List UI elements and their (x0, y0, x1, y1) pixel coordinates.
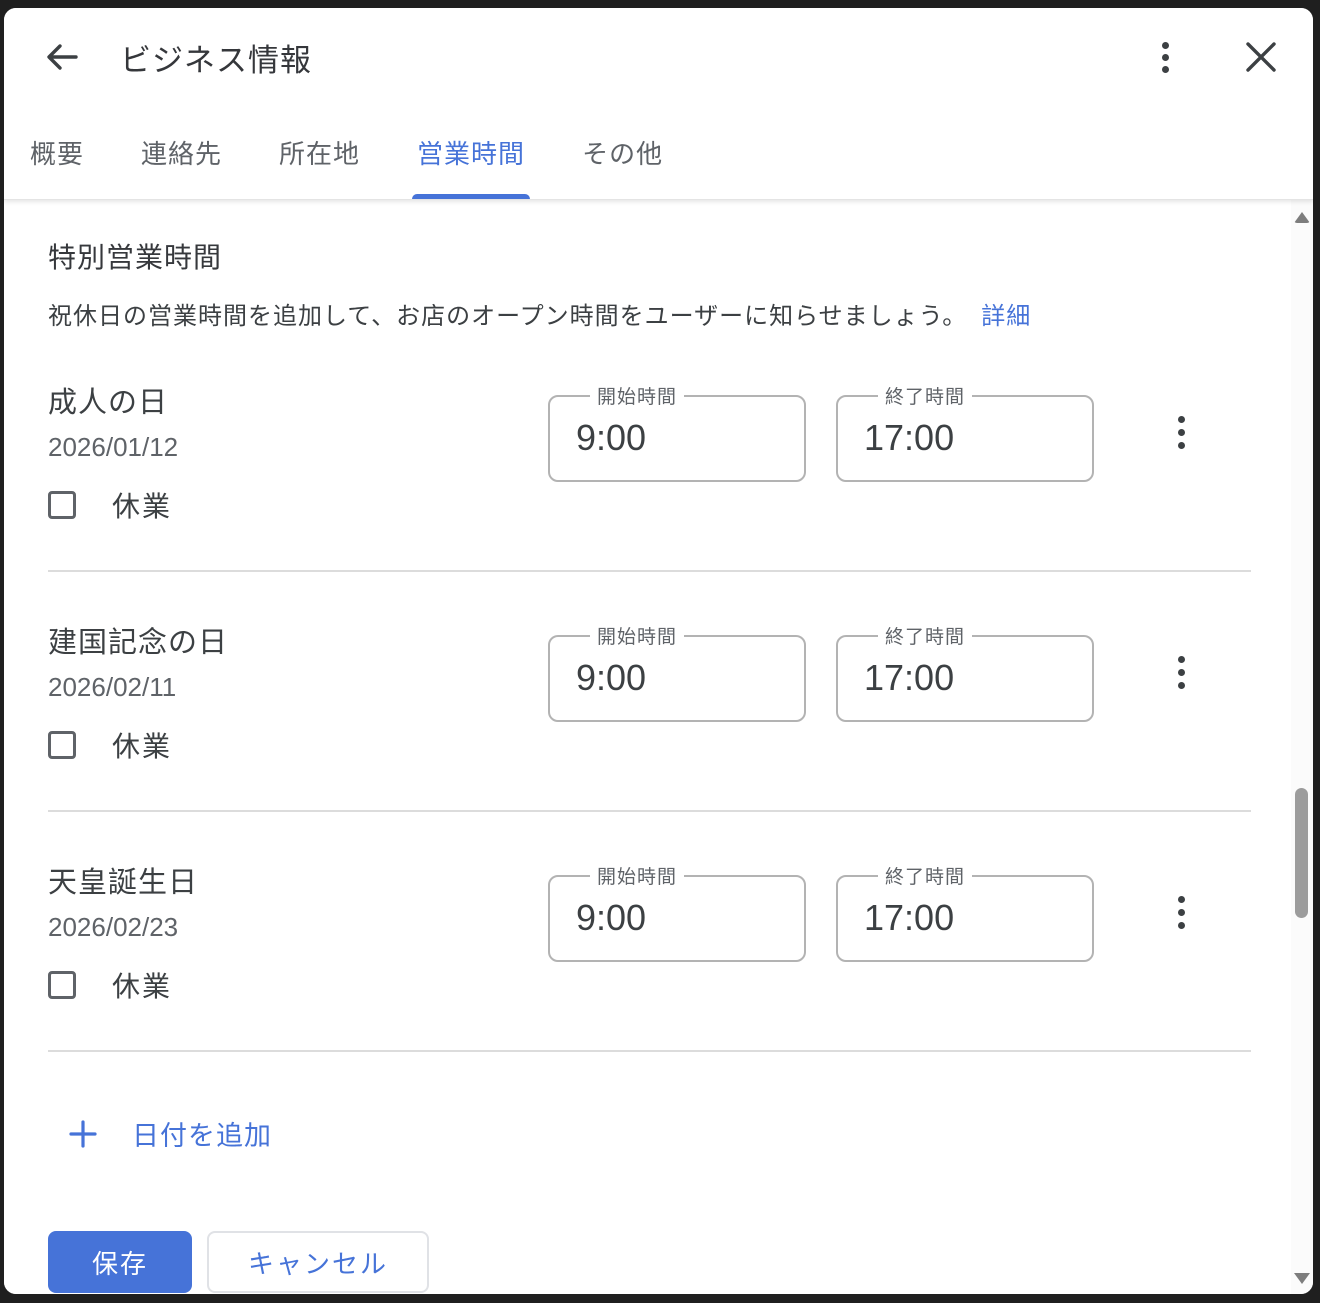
cancel-button[interactable]: キャンセル (207, 1231, 429, 1293)
closed-checkbox[interactable] (48, 971, 76, 999)
end-time-label: 終了時間 (878, 862, 972, 889)
start-time-label: 開始時間 (590, 382, 684, 409)
holiday-row: 建国記念の日 2026/02/11 休業 開始時間 9:00 終了時間 17:0… (48, 572, 1251, 810)
end-time-value[interactable]: 17:00 (864, 897, 1092, 939)
holiday-row: 成人の日 2026/01/12 休業 開始時間 9:00 終了時間 17:00 (48, 332, 1251, 570)
end-time-value[interactable]: 17:00 (864, 657, 1092, 699)
holiday-date: 2026/02/23 (48, 912, 548, 942)
footer: 保存 キャンセル (48, 1231, 1251, 1293)
description-text: 祝休日の営業時間を追加して、お店のオープン時間をユーザーに知らせましょう。 (48, 303, 967, 330)
end-time-field[interactable]: 終了時間 17:00 (836, 862, 1094, 962)
holiday-date: 2026/01/12 (48, 432, 548, 462)
tab-other[interactable]: その他 (582, 106, 663, 199)
dialog-title: ビジネス情報 (120, 35, 312, 80)
start-time-label: 開始時間 (590, 862, 684, 889)
start-time-field[interactable]: 開始時間 9:00 (548, 862, 806, 962)
holiday-name: 成人の日 (48, 386, 548, 420)
closed-label: 休業 (112, 725, 172, 765)
closed-checkbox[interactable] (48, 731, 76, 759)
row-menu-kebab-icon[interactable] (1170, 888, 1193, 937)
holiday-name: 建国記念の日 (48, 626, 548, 660)
start-time-field[interactable]: 開始時間 9:00 (548, 622, 806, 722)
row-menu-kebab-icon[interactable] (1170, 408, 1193, 457)
end-time-label: 終了時間 (878, 382, 972, 409)
scroll-up-icon[interactable] (1294, 212, 1310, 223)
start-time-value[interactable]: 9:00 (576, 657, 804, 699)
end-time-label: 終了時間 (878, 622, 972, 649)
tab-location[interactable]: 所在地 (279, 106, 360, 199)
save-button[interactable]: 保存 (48, 1231, 192, 1293)
tab-overview[interactable]: 概要 (30, 106, 84, 199)
back-arrow-icon[interactable] (40, 35, 84, 79)
start-time-field[interactable]: 開始時間 9:00 (548, 382, 806, 482)
closed-label: 休業 (112, 965, 172, 1005)
holiday-date: 2026/02/11 (48, 672, 548, 702)
holiday-info: 建国記念の日 2026/02/11 休業 (48, 622, 548, 762)
scrollbar[interactable] (1291, 200, 1313, 1294)
business-info-dialog: ビジネス情報 概要 連絡先 所在地 営業時間 その他 特別営業時間 祝休日の営業… (4, 8, 1313, 1294)
scroll-down-icon[interactable] (1294, 1273, 1310, 1284)
end-time-value[interactable]: 17:00 (864, 417, 1092, 459)
end-time-field[interactable]: 終了時間 17:00 (836, 382, 1094, 482)
closed-checkbox[interactable] (48, 491, 76, 519)
closed-option: 休業 (48, 968, 548, 1002)
holiday-info: 成人の日 2026/01/12 休業 (48, 382, 548, 522)
add-date-button[interactable]: 日付を追加 (68, 1114, 1251, 1153)
tab-hours[interactable]: 営業時間 (417, 106, 525, 199)
scrollbar-thumb[interactable] (1295, 788, 1308, 918)
closed-option: 休業 (48, 728, 548, 762)
holiday-row: 天皇誕生日 2026/02/23 休業 開始時間 9:00 終了時間 17:00 (48, 812, 1251, 1050)
row-menu-kebab-icon[interactable] (1170, 648, 1193, 697)
add-date-label: 日付を追加 (132, 1114, 272, 1153)
start-time-label: 開始時間 (590, 622, 684, 649)
end-time-field[interactable]: 終了時間 17:00 (836, 622, 1094, 722)
dialog-content: 特別営業時間 祝休日の営業時間を追加して、お店のオープン時間をユーザーに知らせま… (4, 200, 1291, 1294)
section-description: 祝休日の営業時間を追加して、お店のオープン時間をユーザーに知らせましょう。詳細 (48, 302, 1251, 332)
closed-option: 休業 (48, 488, 548, 522)
holiday-name: 天皇誕生日 (48, 866, 548, 900)
plus-icon (68, 1119, 98, 1149)
overflow-menu-icon[interactable] (1143, 35, 1187, 79)
dialog-header: ビジネス情報 (4, 8, 1313, 106)
close-icon[interactable] (1239, 35, 1283, 79)
closed-label: 休業 (112, 485, 172, 525)
start-time-value[interactable]: 9:00 (576, 417, 804, 459)
divider (48, 1050, 1251, 1052)
details-link[interactable]: 詳細 (981, 303, 1031, 330)
start-time-value[interactable]: 9:00 (576, 897, 804, 939)
tab-bar: 概要 連絡先 所在地 営業時間 その他 (4, 106, 1313, 200)
tab-contact[interactable]: 連絡先 (141, 106, 222, 199)
kebab-dots (1162, 42, 1169, 73)
holiday-info: 天皇誕生日 2026/02/23 休業 (48, 862, 548, 1002)
section-title: 特別営業時間 (48, 236, 1251, 276)
